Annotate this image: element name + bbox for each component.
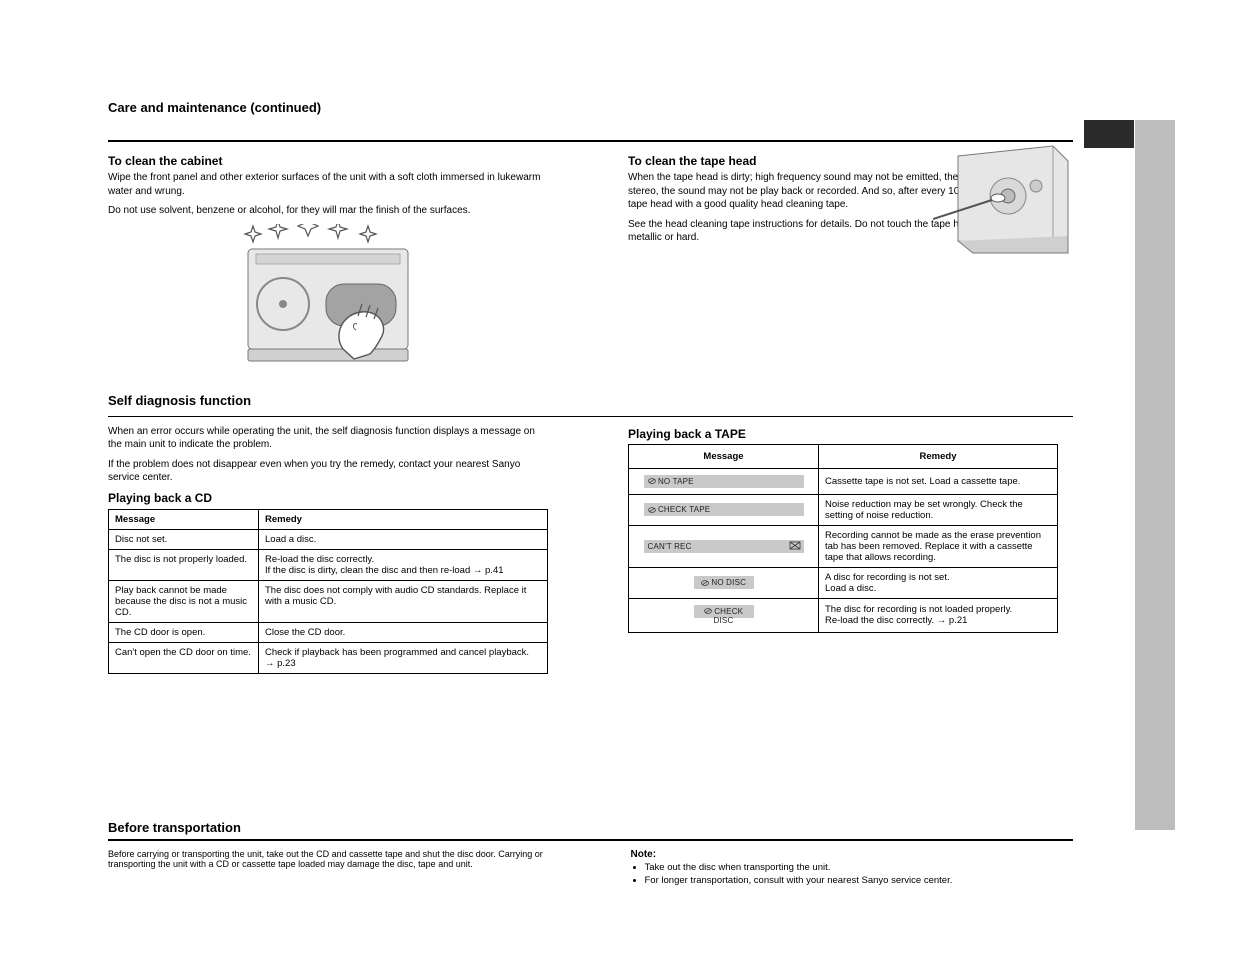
lcd-display: NO TAPE: [644, 475, 804, 488]
tape-error-table: Message Remedy NO TAPE Cassette tape is …: [628, 444, 1058, 633]
section-title-care: Care and maintenance (continued): [108, 100, 1073, 115]
footer-title: Before transportation: [108, 820, 1073, 835]
list-item: For longer transportation, consult with …: [645, 875, 1074, 888]
self-right-column: Playing back a TAPE Message Remedy NO TA…: [628, 425, 1068, 674]
cd-table-heading: Playing back a CD: [108, 491, 548, 505]
tape-th-message: Message: [629, 444, 819, 468]
table-row: The disc is not properly loaded. Re-load…: [109, 549, 548, 580]
table-row: NO DISC A disc for recording is not set.…: [629, 567, 1058, 598]
tape-th-remedy: Remedy: [819, 444, 1058, 468]
table-row: CAN'T REC Recording cannot be made as th…: [629, 525, 1058, 567]
self-intro: When an error occurs while operating the…: [108, 425, 548, 452]
table-row: NO TAPE Cassette tape is not set. Load a…: [629, 468, 1058, 494]
side-chapter-tab: [1084, 120, 1134, 148]
lcd-display: CHECK TAPE: [644, 503, 804, 516]
table-row: Play back cannot be made because the dis…: [109, 580, 548, 622]
table-row: The CD door is open. Close the CD door.: [109, 622, 548, 642]
cabinet-p2: Do not use solvent, benzene or alcohol, …: [108, 204, 548, 218]
cabinet-p1: Wipe the front panel and other exterior …: [108, 171, 548, 198]
footer-section: Before transportation Before carrying or…: [108, 820, 1073, 888]
section-title-self: Self diagnosis function: [108, 393, 1073, 408]
table-row: Can't open the CD door on time. Check if…: [109, 642, 548, 673]
table-row: CHECK DISC The disc for recording is not…: [629, 598, 1058, 632]
footer-note-heading: Note:: [631, 849, 1074, 860]
cd-th-remedy: Remedy: [259, 509, 548, 529]
tape-table-heading: Playing back a TAPE: [628, 427, 1068, 441]
lcd-display: CAN'T REC: [644, 540, 804, 553]
footer-col1: Before carrying or transporting the unit…: [108, 849, 551, 888]
side-tab-bar: [1135, 120, 1175, 830]
list-item: Take out the disc when transporting the …: [645, 862, 1074, 875]
cd-error-table: Message Remedy Disc not set. Load a disc…: [108, 509, 548, 674]
lcd-display: CHECK DISC: [694, 605, 754, 618]
cd-th-message: Message: [109, 509, 259, 529]
manual-page: Care and maintenance (continued) To clea…: [0, 0, 1235, 954]
cabinet-heading: To clean the cabinet: [108, 154, 548, 168]
cabinet-illustration: [108, 224, 548, 379]
footer-col2: Note: Take out the disc when transportin…: [631, 849, 1074, 888]
self-left-column: When an error occurs while operating the…: [108, 425, 548, 674]
table-row: Disc not set. Load a disc.: [109, 529, 548, 549]
table-row: CHECK TAPE Noise reduction may be set wr…: [629, 494, 1058, 525]
cabinet-section: To clean the cabinet Wipe the front pane…: [108, 152, 548, 379]
self-note: If the problem does not disappear even w…: [108, 458, 548, 485]
lcd-display: NO DISC: [694, 576, 754, 589]
tapehead-section: To clean the tape head When the tape hea…: [628, 152, 1068, 379]
